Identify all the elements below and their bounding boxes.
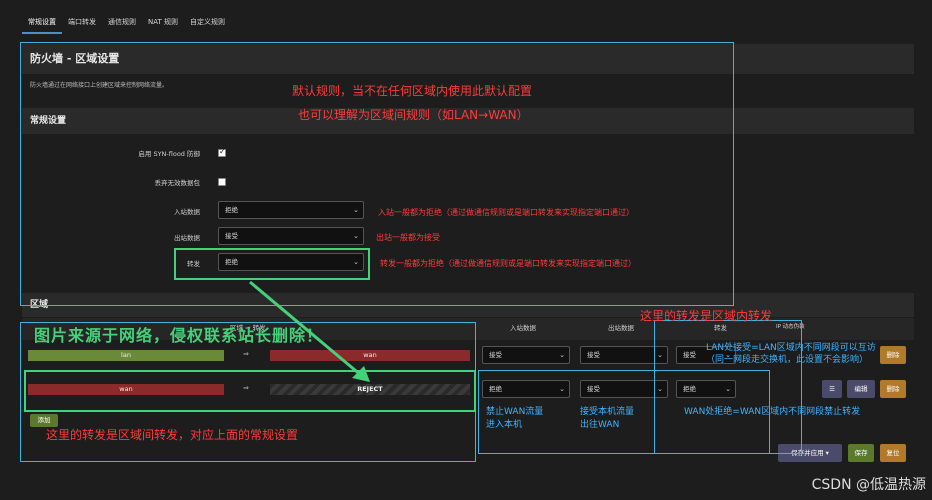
tab-general[interactable]: 常规设置: [22, 10, 62, 34]
lan-input-value: 接受: [489, 351, 502, 359]
annotation-block-wan-2: 进入本机: [486, 420, 523, 430]
tab-nat-rules[interactable]: NAT 规则: [142, 10, 184, 34]
tab-port-forward[interactable]: 端口转发: [62, 10, 102, 34]
highlight-wan-row: [24, 370, 476, 412]
lan-output-value: 接受: [587, 351, 600, 359]
wan-edit-button[interactable]: 编辑: [847, 380, 875, 398]
annotation-source: 图片来源于网络，侵权联系站长删除！: [34, 326, 324, 345]
lan-delete-button[interactable]: 删除: [880, 346, 906, 364]
save-button[interactable]: 保存: [848, 444, 874, 462]
chevron-down-icon: ⌄: [559, 351, 565, 359]
watermark: CSDN @低温热源: [811, 477, 926, 493]
annotation-forward: 转发一般都为拒绝（通过做通信规则或是端口转发来实现指定端口通过）: [380, 259, 636, 268]
annotation-inter-zone: 这里的转发是区域间转发，对应上面的常规设置: [46, 428, 299, 442]
wan-delete-button[interactable]: 删除: [880, 380, 906, 398]
annotation-input: 入站一般都为拒绝（通过做通信规则或是端口转发来实现指定端口通过）: [378, 208, 634, 217]
col-output: 出站数据: [608, 324, 634, 332]
highlight-forward-setting: [174, 248, 370, 280]
tab-bar: 常规设置 端口转发 通信规则 NAT 规则 自定义规则: [22, 10, 231, 34]
highlight-intra-forward: [654, 320, 802, 454]
annotation-zone-forward: 这里的转发是区域内转发: [640, 309, 773, 323]
tab-traffic-rules[interactable]: 通信规则: [102, 10, 142, 34]
annotation-output: 出站一般都为接受: [376, 233, 440, 242]
col-input: 入站数据: [510, 324, 536, 332]
annotation-default-rule-2: 也可以理解为区域间规则（如LAN→WAN）: [298, 108, 529, 122]
lan-input-select[interactable]: 接受 ⌄: [482, 346, 570, 364]
tab-custom-rules[interactable]: 自定义规则: [184, 10, 231, 34]
annotation-accept-local-2: 出往WAN: [580, 420, 620, 430]
annotation-lan-accept-1: LAN处接受=LAN区域内不同网段可以互访: [706, 343, 876, 353]
annotation-accept-local-1: 接受本机流量: [580, 407, 635, 417]
wan-menu-button[interactable]: ☰: [822, 380, 842, 398]
annotation-default-rule-1: 默认规则，当不在任何区域内使用此默认配置: [292, 84, 533, 98]
annotation-lan-accept-2: （同一网段走交换机，此设置不会影响）: [706, 355, 869, 365]
annotation-block-wan-1: 禁止WAN流量: [486, 407, 544, 417]
annotation-wan-reject: WAN处拒绝=WAN区域内不同网段禁止转发: [684, 407, 861, 417]
reset-button[interactable]: 复位: [880, 444, 906, 462]
